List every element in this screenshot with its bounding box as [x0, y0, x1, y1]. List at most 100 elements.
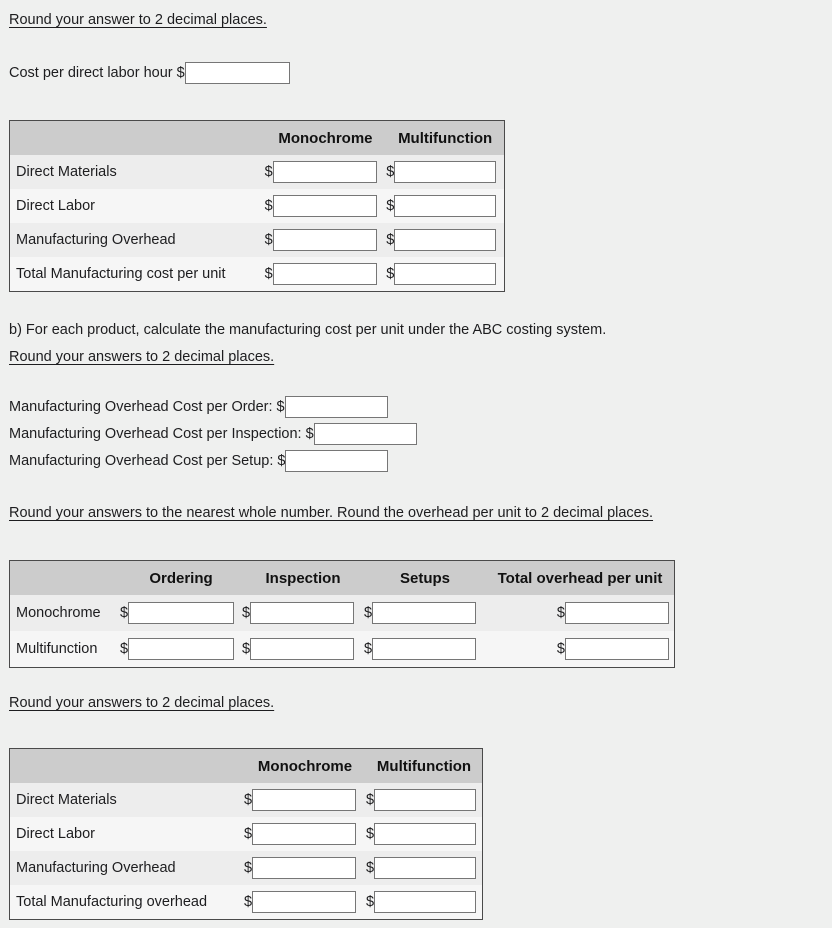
input-abc-direct-labor-monochrome[interactable]	[252, 823, 357, 845]
cell-ordering: $	[120, 631, 242, 667]
dollar-sign: $	[556, 605, 565, 621]
input-direct-labor-monochrome[interactable]	[272, 195, 377, 217]
dollar-sign: $	[366, 894, 375, 910]
instruction-round-whole-number: Round your answers to the nearest whole …	[9, 505, 654, 521]
table-row: Total Manufacturing cost per unit $ $	[10, 257, 504, 291]
column-header-multifunction: Multifunction	[366, 749, 482, 783]
table-row: Manufacturing Overhead $ $	[10, 851, 482, 885]
input-setups-multifunction[interactable]	[372, 638, 477, 660]
input-abc-manufacturing-overhead-monochrome[interactable]	[252, 857, 357, 879]
cost-per-direct-labor-hour-row: Cost per direct labor hour $	[9, 62, 290, 84]
dollar-sign: $	[242, 641, 251, 657]
dollar-sign: $	[366, 792, 375, 808]
input-direct-materials-multifunction[interactable]	[394, 161, 497, 183]
cell-monochrome: $	[264, 189, 387, 223]
dollar-sign: $	[264, 198, 273, 214]
dollar-sign: $	[364, 605, 373, 621]
cell-multifunction: $	[366, 783, 482, 817]
instruction-round-2dp-b: Round your answers to 2 decimal places.	[9, 349, 275, 365]
cell-total-overhead-per-unit: $	[486, 631, 674, 667]
column-header-multifunction: Multifunction	[386, 121, 504, 155]
input-abc-total-manufacturing-overhead-multifunction[interactable]	[374, 891, 477, 913]
cell-monochrome: $	[244, 783, 366, 817]
input-abc-direct-materials-monochrome[interactable]	[252, 789, 357, 811]
column-header-ordering: Ordering	[120, 561, 242, 595]
activity-overhead-table: Ordering Inspection Setups Total overhea…	[9, 560, 675, 668]
traditional-cost-table: Monochrome Multifunction Direct Material…	[9, 120, 505, 292]
input-ordering-multifunction[interactable]	[128, 638, 235, 660]
table-row: Direct Labor $ $	[10, 817, 482, 851]
row-label-monochrome: Monochrome	[10, 595, 120, 631]
cell-monochrome: $	[264, 223, 387, 257]
column-header-blank	[10, 121, 265, 155]
cell-ordering: $	[120, 595, 242, 631]
row-label-total-manufacturing-overhead: Total Manufacturing overhead	[10, 885, 244, 919]
input-total-cost-per-unit-monochrome[interactable]	[272, 263, 377, 285]
cell-monochrome: $	[244, 851, 366, 885]
cell-multifunction: $	[386, 223, 504, 257]
row-label-multifunction: Multifunction	[10, 631, 120, 667]
input-abc-manufacturing-overhead-multifunction[interactable]	[374, 857, 477, 879]
instruction-round-2dp-final: Round your answers to 2 decimal places.	[9, 695, 275, 711]
column-header-setups: Setups	[364, 561, 486, 595]
column-header-monochrome: Monochrome	[244, 749, 366, 783]
input-manufacturing-overhead-multifunction[interactable]	[394, 229, 497, 251]
input-total-cost-per-unit-multifunction[interactable]	[394, 263, 497, 285]
input-inspection-monochrome[interactable]	[250, 602, 355, 624]
instruction-round-2dp-top: Round your answer to 2 decimal places.	[9, 12, 267, 28]
table-row: Total Manufacturing overhead $ $	[10, 885, 482, 919]
table-header-row: Ordering Inspection Setups Total overhea…	[10, 561, 674, 595]
input-setups-monochrome[interactable]	[372, 602, 477, 624]
row-label-manufacturing-overhead: Manufacturing Overhead	[10, 851, 244, 885]
dollar-sign: $	[120, 641, 129, 657]
table-row: Monochrome $ $ $ $	[10, 595, 674, 631]
input-abc-total-manufacturing-overhead-monochrome[interactable]	[252, 891, 357, 913]
overhead-cost-per-inspection-input[interactable]	[313, 423, 417, 445]
cell-inspection: $	[242, 631, 364, 667]
overhead-cost-per-setup-input[interactable]	[285, 450, 389, 472]
input-direct-labor-multifunction[interactable]	[394, 195, 497, 217]
dollar-sign: $	[556, 641, 565, 657]
dollar-sign: $	[176, 65, 185, 81]
dollar-sign: $	[244, 792, 253, 808]
dollar-sign: $	[244, 894, 253, 910]
dollar-sign: $	[366, 860, 375, 876]
row-label-direct-labor: Direct Labor	[10, 817, 244, 851]
cell-setups: $	[364, 595, 486, 631]
cell-multifunction: $	[386, 155, 504, 189]
cell-monochrome: $	[264, 257, 387, 291]
column-header-inspection: Inspection	[242, 561, 364, 595]
cell-inspection: $	[242, 595, 364, 631]
table-row: Direct Materials $ $	[10, 155, 504, 189]
input-abc-direct-labor-multifunction[interactable]	[374, 823, 477, 845]
cell-monochrome: $	[244, 885, 366, 919]
input-inspection-multifunction[interactable]	[250, 638, 355, 660]
dollar-sign: $	[386, 164, 395, 180]
cost-per-direct-labor-hour-input[interactable]	[184, 62, 290, 84]
input-manufacturing-overhead-monochrome[interactable]	[272, 229, 377, 251]
overhead-cost-per-setup-label: Manufacturing Overhead Cost per Setup:	[9, 452, 274, 469]
dollar-sign: $	[276, 399, 285, 415]
row-label-total-manufacturing-cost-per-unit: Total Manufacturing cost per unit	[10, 257, 265, 291]
dollar-sign: $	[386, 198, 395, 214]
overhead-cost-per-order-label: Manufacturing Overhead Cost per Order:	[9, 398, 273, 415]
input-direct-materials-monochrome[interactable]	[272, 161, 377, 183]
dollar-sign: $	[386, 232, 395, 248]
input-abc-direct-materials-multifunction[interactable]	[374, 789, 477, 811]
cell-multifunction: $	[366, 851, 482, 885]
table-header-row: Monochrome Multifunction	[10, 749, 482, 783]
column-header-blank	[10, 561, 120, 595]
column-header-monochrome: Monochrome	[264, 121, 387, 155]
overhead-cost-per-order-input[interactable]	[284, 396, 388, 418]
dollar-sign: $	[244, 826, 253, 842]
input-total-overhead-per-unit-multifunction[interactable]	[565, 638, 669, 660]
column-header-blank	[10, 749, 244, 783]
cost-per-direct-labor-hour-label: Cost per direct labor hour	[9, 64, 173, 81]
dollar-sign: $	[364, 641, 373, 657]
row-label-manufacturing-overhead: Manufacturing Overhead	[10, 223, 265, 257]
dollar-sign: $	[264, 232, 273, 248]
overhead-cost-per-inspection-label: Manufacturing Overhead Cost per Inspecti…	[9, 425, 302, 442]
input-total-overhead-per-unit-monochrome[interactable]	[565, 602, 669, 624]
column-header-total-overhead-per-unit: Total overhead per unit	[486, 561, 674, 595]
input-ordering-monochrome[interactable]	[128, 602, 235, 624]
